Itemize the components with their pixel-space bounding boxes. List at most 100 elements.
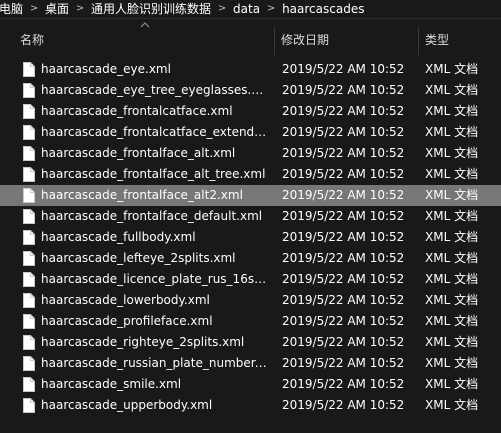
document-icon-glyph — [23, 146, 35, 161]
file-name: haarcascade_frontalface_alt2.xml — [41, 188, 243, 202]
document-icon — [22, 356, 35, 371]
file-type: XML 文档 — [425, 125, 479, 139]
file-type: XML 文档 — [425, 356, 479, 370]
sort-ascending-icon-glyph — [140, 22, 150, 28]
file-row[interactable]: haarcascade_frontalface_alt.xml 2019/5/2… — [0, 143, 501, 164]
column-resize-handle[interactable] — [274, 27, 275, 55]
document-icon-glyph — [23, 356, 35, 371]
file-type: XML 文档 — [425, 293, 479, 307]
file-modified-date: 2019/5/22 AM 10:52 — [282, 209, 405, 223]
document-icon — [22, 272, 35, 287]
file-type: XML 文档 — [425, 209, 479, 223]
file-type: XML 文档 — [425, 398, 479, 412]
document-icon — [22, 293, 35, 308]
column-resize-handle[interactable] — [418, 27, 419, 55]
document-icon-glyph — [23, 188, 35, 203]
document-icon-glyph — [23, 62, 35, 77]
document-icon-glyph — [23, 272, 35, 287]
file-modified-date: 2019/5/22 AM 10:52 — [282, 356, 405, 370]
document-icon — [22, 146, 35, 161]
document-icon-glyph — [23, 125, 35, 140]
file-row[interactable]: haarcascade_upperbody.xml 2019/5/22 AM 1… — [0, 395, 501, 416]
document-icon — [22, 188, 35, 203]
document-icon-glyph — [23, 104, 35, 119]
file-name: haarcascade_frontalcatface.xml — [41, 104, 233, 118]
document-icon — [22, 314, 35, 329]
document-icon-glyph — [23, 251, 35, 266]
document-icon — [22, 104, 35, 119]
column-header-date[interactable]: 修改日期 — [281, 32, 329, 48]
file-name: haarcascade_upperbody.xml — [41, 398, 213, 412]
document-icon — [22, 83, 35, 98]
column-header: 名称 修改日期 类型 — [0, 19, 501, 57]
file-row[interactable]: haarcascade_eye.xml 2019/5/22 AM 10:52 X… — [0, 59, 501, 80]
file-name: haarcascade_licence_plate_rus_16sta... — [41, 272, 269, 286]
breadcrumb-item-computer[interactable]: 电脑 — [0, 0, 23, 18]
file-type: XML 文档 — [425, 188, 479, 202]
file-modified-date: 2019/5/22 AM 10:52 — [282, 83, 405, 97]
file-name: haarcascade_righteye_2splits.xml — [41, 335, 245, 349]
file-type: XML 文档 — [425, 146, 479, 160]
file-modified-date: 2019/5/22 AM 10:52 — [282, 230, 405, 244]
column-header-name[interactable]: 名称 — [20, 32, 44, 48]
breadcrumb-item-desktop[interactable]: 桌面 — [45, 0, 69, 18]
document-icon-glyph — [23, 83, 35, 98]
document-icon-glyph — [23, 230, 35, 245]
file-row[interactable]: haarcascade_frontalface_default.xml 2019… — [0, 206, 501, 227]
file-type: XML 文档 — [425, 62, 479, 76]
file-row[interactable]: haarcascade_fullbody.xml 2019/5/22 AM 10… — [0, 227, 501, 248]
document-icon — [22, 209, 35, 224]
file-row[interactable]: haarcascade_russian_plate_number.xml 201… — [0, 353, 501, 374]
file-type: XML 文档 — [425, 83, 479, 97]
file-type: XML 文档 — [425, 251, 479, 265]
file-modified-date: 2019/5/22 AM 10:52 — [282, 188, 405, 202]
file-name: haarcascade_lowerbody.xml — [41, 293, 210, 307]
breadcrumb-item-data[interactable]: data — [233, 0, 260, 18]
file-name: haarcascade_eye.xml — [41, 62, 171, 76]
document-icon-glyph — [23, 293, 35, 308]
breadcrumb-item-training-data[interactable]: 通用人脸识别训练数据 — [91, 0, 211, 18]
file-row[interactable]: haarcascade_profileface.xml 2019/5/22 AM… — [0, 311, 501, 332]
file-row[interactable]: haarcascade_frontalcatface_extended... 2… — [0, 122, 501, 143]
chevron-right-icon[interactable]: > — [23, 0, 45, 18]
document-icon — [22, 62, 35, 77]
file-name: haarcascade_lefteye_2splits.xml — [41, 251, 236, 265]
document-icon-glyph — [23, 314, 35, 329]
chevron-right-icon[interactable]: > — [211, 0, 233, 18]
file-row[interactable]: haarcascade_lowerbody.xml 2019/5/22 AM 1… — [0, 290, 501, 311]
file-modified-date: 2019/5/22 AM 10:52 — [282, 167, 405, 181]
document-icon — [22, 167, 35, 182]
file-modified-date: 2019/5/22 AM 10:52 — [282, 125, 405, 139]
file-row[interactable]: haarcascade_lefteye_2splits.xml 2019/5/2… — [0, 248, 501, 269]
file-modified-date: 2019/5/22 AM 10:52 — [282, 146, 405, 160]
file-row[interactable]: haarcascade_righteye_2splits.xml 2019/5/… — [0, 332, 501, 353]
document-icon — [22, 398, 35, 413]
chevron-right-icon[interactable]: > — [260, 0, 282, 18]
file-type: XML 文档 — [425, 377, 479, 391]
file-modified-date: 2019/5/22 AM 10:52 — [282, 314, 405, 328]
file-modified-date: 2019/5/22 AM 10:52 — [282, 272, 405, 286]
file-modified-date: 2019/5/22 AM 10:52 — [282, 62, 405, 76]
document-icon — [22, 251, 35, 266]
file-row[interactable]: haarcascade_frontalcatface.xml 2019/5/22… — [0, 101, 501, 122]
file-row[interactable]: haarcascade_smile.xml 2019/5/22 AM 10:52… — [0, 374, 501, 395]
file-row[interactable]: haarcascade_frontalface_alt_tree.xml 201… — [0, 164, 501, 185]
document-icon-glyph — [23, 335, 35, 350]
file-type: XML 文档 — [425, 272, 479, 286]
file-name: haarcascade_russian_plate_number.xml — [41, 356, 269, 370]
file-name: haarcascade_frontalface_alt_tree.xml — [41, 167, 266, 181]
chevron-right-icon[interactable]: > — [69, 0, 91, 18]
sort-ascending-icon — [140, 22, 150, 30]
file-row[interactable]: haarcascade_frontalface_alt2.xml 2019/5/… — [0, 185, 501, 206]
file-name: haarcascade_eye_tree_eyeglasses.xml — [41, 83, 269, 97]
file-modified-date: 2019/5/22 AM 10:52 — [282, 377, 405, 391]
file-type: XML 文档 — [425, 335, 479, 349]
file-modified-date: 2019/5/22 AM 10:52 — [282, 251, 405, 265]
file-list: haarcascade_eye.xml 2019/5/22 AM 10:52 X… — [0, 59, 501, 416]
column-header-type[interactable]: 类型 — [425, 32, 449, 48]
breadcrumb: 电脑 > 桌面 > 通用人脸识别训练数据 > data > haarcascad… — [0, 0, 501, 19]
breadcrumb-item-haarcascades[interactable]: haarcascades — [282, 0, 364, 18]
file-row[interactable]: haarcascade_eye_tree_eyeglasses.xml 2019… — [0, 80, 501, 101]
file-row[interactable]: haarcascade_licence_plate_rus_16sta... 2… — [0, 269, 501, 290]
file-type: XML 文档 — [425, 104, 479, 118]
